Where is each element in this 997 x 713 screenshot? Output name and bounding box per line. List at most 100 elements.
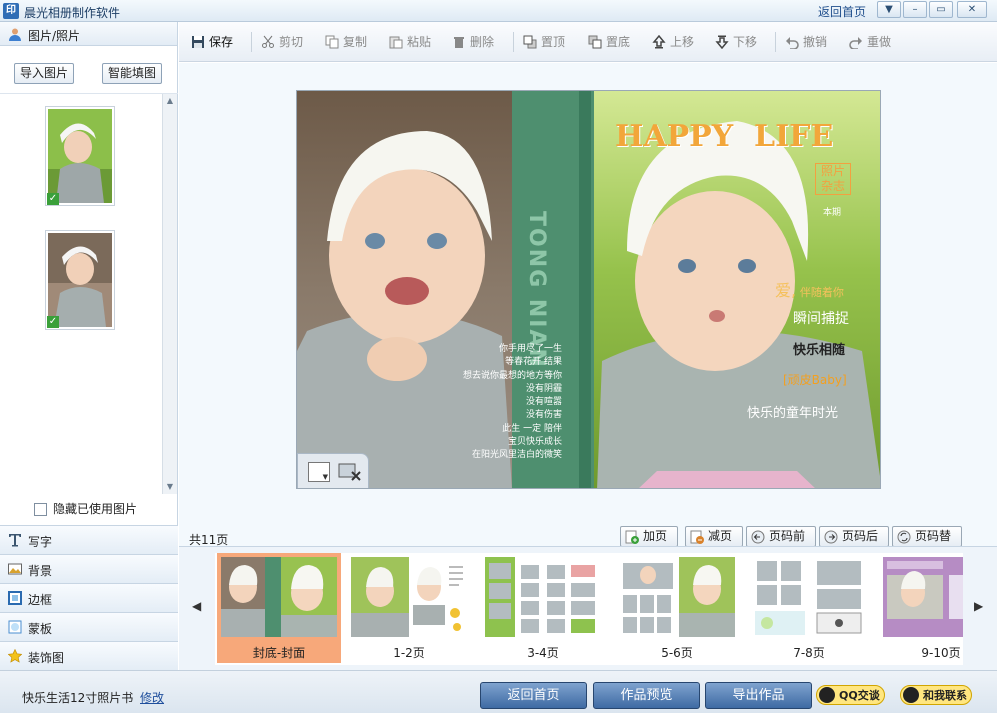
- element-tools-panel: ▼: [297, 453, 369, 488]
- save-label: 保存: [209, 35, 234, 49]
- naughty-text: [顽皮Baby]: [783, 373, 847, 387]
- redo-icon: [849, 37, 862, 49]
- qq-chat-label: QQ交谈: [839, 689, 880, 702]
- page-thumb[interactable]: 3-4页: [481, 553, 605, 663]
- add-page-label: 加页: [643, 529, 668, 543]
- remove-element-button[interactable]: [338, 462, 362, 482]
- photo-thumbnail[interactable]: [45, 230, 115, 330]
- hide-used-checkbox[interactable]: [34, 503, 47, 516]
- bring-to-top-button[interactable]: 置顶: [523, 32, 565, 52]
- photo-image: [48, 233, 112, 327]
- export-button[interactable]: 导出作品: [705, 682, 812, 709]
- page-preview: [619, 557, 735, 637]
- photo-image: [48, 109, 112, 203]
- spine-text: TONG NIAN: [524, 211, 549, 369]
- scroll-down-icon[interactable]: ▼: [163, 480, 177, 494]
- frame-select-dropdown[interactable]: ▼: [308, 462, 330, 482]
- add-page-icon: [625, 530, 639, 544]
- frame-icon: [8, 591, 22, 605]
- home-link[interactable]: 返回首页: [818, 3, 866, 20]
- page-thumb[interactable]: 1-2页: [347, 553, 471, 663]
- category-text[interactable]: 写字: [0, 525, 178, 554]
- badge-line1: 照片: [820, 164, 845, 178]
- page-thumb-cover[interactable]: 封底-封面: [217, 553, 341, 663]
- paste-label: 粘贴: [407, 35, 432, 49]
- preview-button[interactable]: 作品预览: [593, 682, 700, 709]
- remove-page-label: 减页: [708, 529, 733, 543]
- used-check-icon: ✓: [47, 316, 59, 328]
- undo-button[interactable]: 撤销: [785, 32, 827, 52]
- strip-prev-icon[interactable]: ◀: [192, 599, 204, 615]
- page-thumb[interactable]: 9-10页: [879, 553, 963, 663]
- landscape-icon: [8, 563, 22, 575]
- poem-line: 此生 一定 陪伴: [502, 423, 562, 434]
- captures-text: 瞬间捕捉: [793, 311, 849, 327]
- love-text: 爱, 伴随着你: [775, 277, 844, 301]
- category-border[interactable]: 边框: [0, 583, 178, 612]
- redo-label: 重做: [867, 35, 892, 49]
- cut-label: 剪切: [279, 35, 304, 49]
- page-thumb-label: 7-8页: [793, 646, 825, 660]
- editing-canvas[interactable]: TONG NIAN HAPPY LIFE 照片 杂志 本期 爱, 伴随着你 瞬间…: [179, 63, 997, 523]
- smart-fill-button[interactable]: 智能填图: [102, 63, 162, 84]
- page-thumb[interactable]: 7-8页: [747, 553, 871, 663]
- qq-chat-button[interactable]: QQ交谈: [816, 685, 885, 705]
- contact-me-button[interactable]: 和我联系: [900, 685, 972, 705]
- strip-next-icon[interactable]: ▶: [974, 599, 986, 615]
- category-background[interactable]: 背景: [0, 554, 178, 583]
- maximize-button[interactable]: ▭: [929, 1, 953, 18]
- edit-book-link[interactable]: 修改: [140, 689, 164, 706]
- save-icon: [192, 36, 204, 48]
- copy-button[interactable]: 复制: [325, 32, 367, 52]
- scissors-icon: [262, 35, 274, 48]
- move-page-next-button[interactable]: 页码后移: [819, 526, 889, 562]
- copy-label: 复制: [343, 35, 368, 49]
- text-t-icon: [9, 534, 21, 547]
- menu-button[interactable]: ▼: [877, 1, 901, 18]
- undo-label: 撤销: [803, 35, 828, 49]
- move-up-button[interactable]: 上移: [652, 32, 694, 52]
- scroll-up-icon[interactable]: ▲: [163, 94, 177, 108]
- photo-list-scrollbar[interactable]: ▲ ▼: [162, 94, 177, 494]
- love-sub: 伴随着你: [799, 286, 844, 299]
- move-page-prev-button[interactable]: 页码前移: [746, 526, 816, 562]
- cover-title: HAPPY LIFE: [615, 119, 834, 154]
- poem-block: 你手用尽了一生 等春花开 结果 想去说你最想的地方等你 没有阴霾 没有喧嚣 没有…: [447, 343, 562, 463]
- save-button[interactable]: 保存: [191, 32, 233, 52]
- cut-button[interactable]: 剪切: [261, 32, 303, 52]
- delete-button[interactable]: 删除: [452, 32, 494, 52]
- photo-thumbnail[interactable]: [45, 106, 115, 206]
- send-to-bottom-button[interactable]: 置底: [588, 32, 630, 52]
- minimize-button[interactable]: –: [903, 1, 927, 18]
- category-mask[interactable]: 蒙板: [0, 612, 178, 641]
- category-label: 蒙板: [28, 622, 53, 636]
- hide-used-toggle[interactable]: 隐藏已使用图片: [34, 500, 137, 517]
- qq-penguin-icon: [819, 687, 835, 703]
- back-home-button[interactable]: 返回首页: [480, 682, 587, 709]
- app-title: 晨光相册制作软件: [24, 6, 121, 20]
- photos-panel-header[interactable]: 图片/照片: [0, 22, 177, 46]
- chevron-down-icon: ▼: [322, 473, 328, 481]
- poem-line: 想去说你最想的地方等你: [462, 370, 562, 381]
- page-thumbnails: 封底-封面 1-2页 3-4页 5-6页 7-8页 9-10页: [215, 553, 963, 665]
- undo-icon: [786, 37, 799, 49]
- contact-me-label: 和我联系: [923, 689, 967, 702]
- import-photos-button[interactable]: 导入图片: [14, 63, 74, 84]
- category-decoration[interactable]: 装饰图: [0, 641, 178, 670]
- replace-page-button[interactable]: 页码替换: [892, 526, 962, 562]
- arrow-left-circle-icon: [751, 530, 765, 544]
- remove-page-icon: [690, 530, 704, 544]
- close-button[interactable]: ✕: [957, 1, 987, 18]
- poem-line: 在阳光风里洁白的微笑: [471, 450, 562, 461]
- swap-icon: [897, 530, 911, 544]
- page-thumb[interactable]: 5-6页: [615, 553, 739, 663]
- add-page-button[interactable]: 加页: [620, 526, 678, 547]
- paste-button[interactable]: 粘贴: [389, 32, 431, 52]
- redo-button[interactable]: 重做: [849, 32, 891, 52]
- photos-panel-title: 图片/照片: [28, 29, 81, 43]
- remove-page-button[interactable]: 减页: [685, 526, 743, 547]
- poem-line: 没有喧嚣: [525, 397, 562, 408]
- move-down-button[interactable]: 下移: [715, 32, 757, 52]
- cover-spread[interactable]: TONG NIAN HAPPY LIFE 照片 杂志 本期 爱, 伴随着你 瞬间…: [296, 90, 881, 489]
- happy-together-text: 快乐相随: [793, 343, 846, 358]
